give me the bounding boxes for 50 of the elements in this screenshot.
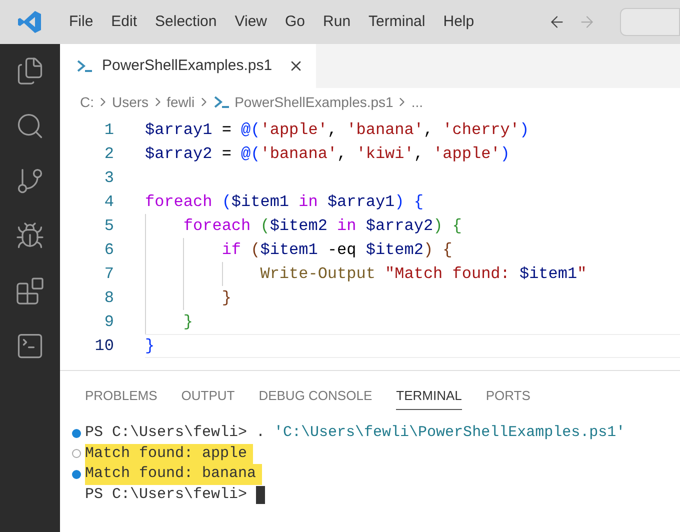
line-number: 6 xyxy=(103,240,114,261)
command-center-field[interactable] xyxy=(620,8,680,36)
line-number: 9 xyxy=(103,312,114,333)
menu-item[interactable]: Edit xyxy=(102,10,146,34)
line-number: 8 xyxy=(103,288,114,309)
menu-item[interactable]: Selection xyxy=(146,10,226,34)
code-line: foreach ($item1 in $array1) { xyxy=(145,192,424,213)
panel-tab[interactable]: DEBUG CONSOLE xyxy=(258,380,372,410)
panel-tab[interactable]: TERMINAL xyxy=(396,380,462,410)
terminal-icon[interactable] xyxy=(15,331,45,361)
files-icon[interactable] xyxy=(15,56,45,86)
bug-icon[interactable] xyxy=(15,221,45,251)
menu-item[interactable]: File xyxy=(60,10,102,34)
line-number: 7 xyxy=(103,264,114,285)
breadcrumb-item[interactable]: fewli xyxy=(166,92,195,112)
code-line: $array2 = @('banana', 'kiwi', 'apple') xyxy=(145,144,510,165)
terminal-line: PS C:\Users\fewli> . 'C:\Users\fewli\PowerShellExamples.ps1' xyxy=(85,423,626,443)
breadcrumb-item[interactable]: Users xyxy=(112,92,149,112)
code-line: } xyxy=(220,288,232,309)
menu-item[interactable]: Run xyxy=(314,10,360,34)
breadcrumb-item[interactable]: ... xyxy=(411,92,423,112)
line-number: 4 xyxy=(103,192,114,213)
code-line: if ($item1 -eq $item2) { xyxy=(220,240,452,261)
blocks-icon[interactable] xyxy=(15,276,45,306)
breadcrumb-item[interactable]: C: xyxy=(80,92,94,112)
menu-item[interactable]: Terminal xyxy=(360,10,434,34)
powershell-icon xyxy=(212,95,231,109)
code-line: $array1 = @('apple', 'banana', 'cherry') xyxy=(145,120,530,141)
menu-item[interactable]: View xyxy=(226,10,276,34)
logo-icon xyxy=(18,10,42,34)
code-line: } xyxy=(145,336,155,357)
panel-tab[interactable]: PROBLEMS xyxy=(85,380,158,410)
branch-icon[interactable] xyxy=(15,166,45,196)
line-number: 2 xyxy=(103,144,114,165)
line-number: 1 xyxy=(103,120,114,141)
breadcrumb-item[interactable]: PowerShellExamples.ps1 xyxy=(234,92,394,112)
code-line: Write-Output "Match found: $item1" xyxy=(259,264,587,285)
code-line: } xyxy=(182,312,194,333)
terminal-line: PS C:\Users\fewli> xyxy=(85,484,248,504)
line-number: 5 xyxy=(103,216,114,237)
editor-tab[interactable]: PowerShellExamples.ps1 xyxy=(60,44,316,88)
menu-item[interactable]: Help xyxy=(434,10,484,34)
panel-tab[interactable]: PORTS xyxy=(486,380,530,410)
menu-item[interactable]: Go xyxy=(276,10,314,34)
line-number: 3 xyxy=(103,168,114,189)
panel-tab[interactable]: OUTPUT xyxy=(181,380,235,410)
powershell-icon xyxy=(76,59,94,73)
code-line: foreach ($item2 in $array2) { xyxy=(182,216,462,237)
search-icon[interactable] xyxy=(15,111,45,141)
line-number: 10 xyxy=(94,336,114,357)
